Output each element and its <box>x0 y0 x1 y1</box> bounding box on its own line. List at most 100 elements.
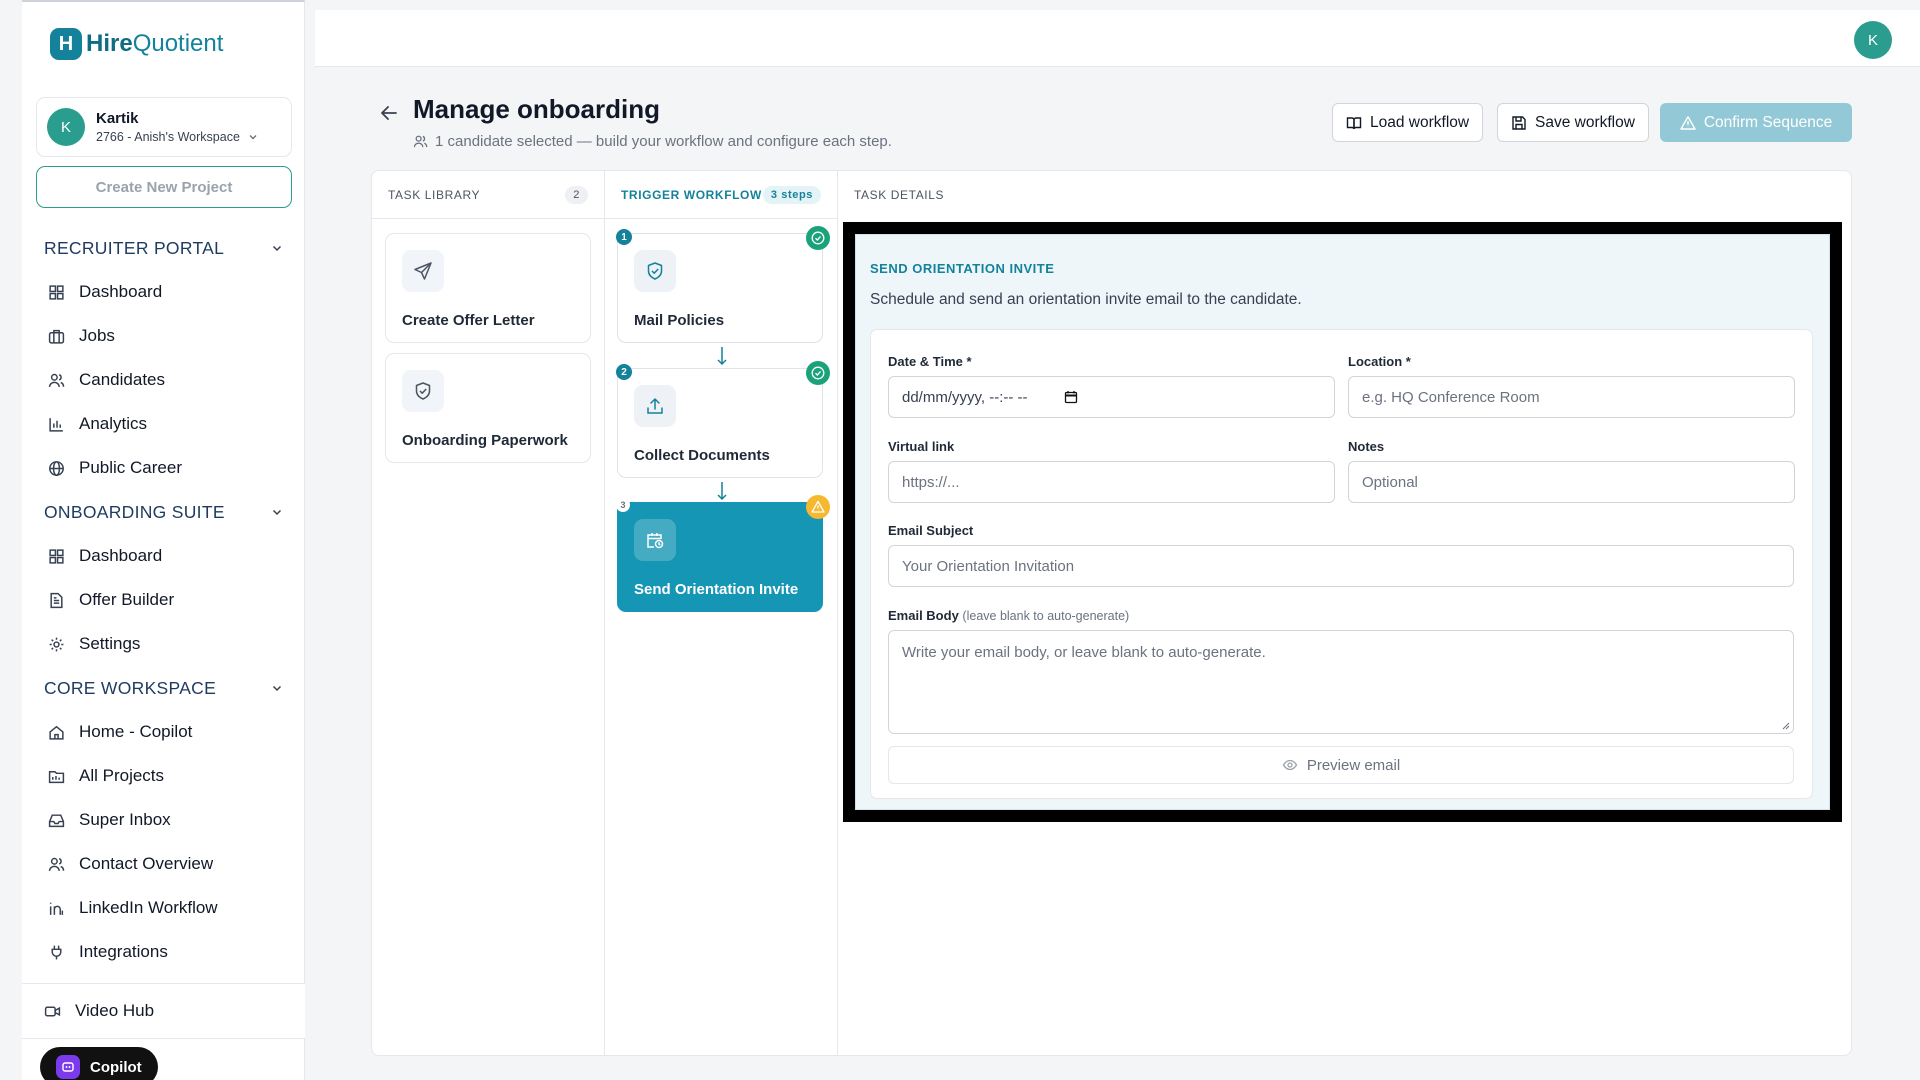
eye-icon <box>1282 759 1298 771</box>
warning-icon <box>806 495 830 519</box>
sidebar-item-label: Jobs <box>79 326 115 345</box>
workspace-user-name: Kartik <box>96 110 139 127</box>
notes-input[interactable]: Optional <box>1348 461 1795 503</box>
section-onboarding-suite[interactable]: ONBOARDING SUITE <box>22 490 305 534</box>
save-icon <box>1512 115 1526 130</box>
warning-icon <box>1680 115 1696 130</box>
copilot-label: Copilot <box>90 1058 142 1076</box>
users-icon <box>48 373 65 387</box>
workflow-step-label: Collect Documents <box>634 447 770 464</box>
avatar: K <box>47 108 85 146</box>
sidebar-item-public-career[interactable]: Public Career <box>22 446 305 490</box>
email-subject-label: Email Subject <box>888 523 974 538</box>
task-details-highlight: SEND ORIENTATION INVITE Schedule and sen… <box>843 222 1842 822</box>
step-number: 2 <box>616 364 632 380</box>
email-body-textarea[interactable]: Write your email body, or leave blank to… <box>888 630 1794 734</box>
save-workflow-button[interactable]: Save workflow <box>1497 103 1649 142</box>
workflow-step-mail-policies[interactable]: 1 Mail Policies <box>616 226 830 343</box>
load-workflow-label: Load workflow <box>1370 113 1470 131</box>
copilot-icon <box>56 1055 80 1079</box>
email-body-placeholder: Write your email body, or leave blank to… <box>902 644 1266 661</box>
sidebar-item-label: Candidates <box>79 370 166 389</box>
logo[interactable]: H HireQuotient <box>50 28 223 60</box>
gear-icon <box>49 637 64 651</box>
sidebar: H HireQuotient K Kartik 2766 - Anish's W… <box>22 0 305 1080</box>
sidebar-item-label: LinkedIn Workflow <box>79 898 218 917</box>
check-circle-icon <box>806 226 830 250</box>
video-icon <box>44 1006 61 1016</box>
sidebar-item-linkedin-workflow[interactable]: LinkedIn Workflow <box>22 886 305 930</box>
sidebar-item-dashboard[interactable]: Dashboard <box>22 270 305 314</box>
workflow-step-label: Mail Policies <box>634 312 725 329</box>
calendar-icon[interactable] <box>1064 390 1078 404</box>
sidebar-item-candidates[interactable]: Candidates <box>22 358 305 402</box>
virtual-link-input[interactable]: https://... <box>888 461 1335 503</box>
sidebar-item-label: All Projects <box>79 766 165 785</box>
sidebar-item-analytics[interactable]: Analytics <box>22 402 305 446</box>
sidebar-item-label: Contact Overview <box>79 854 214 873</box>
section-recruiter-portal[interactable]: RECRUITER PORTAL <box>22 226 305 270</box>
linkedin-icon <box>49 902 64 915</box>
user-avatar[interactable]: K <box>1854 21 1892 59</box>
sidebar-item-offer-builder[interactable]: Offer Builder <box>22 578 305 622</box>
steps-count-badge: 3 steps <box>762 185 821 204</box>
library-card-label: Create Offer Letter <box>402 312 535 329</box>
logo-mark: H <box>50 28 82 60</box>
sidebar-item-contact-overview[interactable]: Contact Overview <box>22 842 305 886</box>
chevron-down-icon <box>272 509 282 516</box>
email-subject-input[interactable]: Your Orientation Invitation <box>888 545 1794 587</box>
task-details-panel: SEND ORIENTATION INVITE Schedule and sen… <box>855 234 1830 810</box>
step-number: 1 <box>616 229 632 245</box>
home-icon <box>49 725 64 740</box>
save-workflow-label: Save workflow <box>1535 113 1635 131</box>
confirm-sequence-button[interactable]: Confirm Sequence <box>1660 103 1852 142</box>
virtual-link-label: Virtual link <box>888 439 955 454</box>
sidebar-item-home-copilot[interactable]: Home - Copilot <box>22 710 305 754</box>
section-title: ONBOARDING SUITE <box>44 501 225 522</box>
copilot-button[interactable]: Copilot <box>40 1047 158 1080</box>
preview-email-label: Preview email <box>1306 756 1401 774</box>
library-card-create-offer-letter[interactable]: Create Offer Letter <box>385 233 591 343</box>
sidebar-nav[interactable]: RECRUITER PORTAL Dashboard Jobs Candidat… <box>22 226 305 982</box>
sidebar-item-video-hub[interactable]: Video Hub <box>22 983 305 1039</box>
send-icon <box>414 262 432 280</box>
preview-email-button[interactable]: Preview email <box>888 746 1794 784</box>
resize-handle-icon[interactable] <box>1781 721 1790 730</box>
section-core-workspace[interactable]: CORE WORKSPACE <box>22 666 305 710</box>
load-workflow-button[interactable]: Load workflow <box>1332 103 1484 142</box>
library-card-onboarding-paperwork[interactable]: Onboarding Paperwork <box>385 353 591 463</box>
location-input[interactable]: e.g. HQ Conference Room <box>1348 376 1795 418</box>
logo-text-bold: Hire <box>86 30 133 57</box>
globe-icon <box>49 460 64 476</box>
arrow-down-icon <box>717 482 727 501</box>
sidebar-item-jobs[interactable]: Jobs <box>22 314 305 358</box>
sidebar-item-label: Video Hub <box>75 1001 155 1020</box>
workspace-name: 2766 - Anish's Workspace <box>96 130 240 144</box>
datetime-label: Date & Time * <box>888 354 972 369</box>
create-new-project-button[interactable]: Create New Project <box>36 166 292 208</box>
email-body-hint: (leave blank to auto-generate) <box>962 609 1130 623</box>
page-subtitle: 1 candidate selected — build your workfl… <box>413 133 892 150</box>
candidate-selection-text: 1 candidate selected — build your workfl… <box>435 133 892 150</box>
workflow-step-send-orientation-invite[interactable]: 3 Send Orientation Invite <box>616 495 830 612</box>
shield-icon <box>647 262 663 280</box>
workspace-switcher[interactable]: K Kartik 2766 - Anish's Workspace <box>36 97 292 157</box>
arrow-down-icon <box>717 347 727 366</box>
orientation-invite-form: Date & Time * dd/mm/yyyy, --:-- -- Locat… <box>870 329 1813 799</box>
trigger-workflow-column: TRIGGER WORKFLOW 3 steps 1 Mail Policies… <box>605 171 838 1055</box>
sidebar-item-integrations[interactable]: Integrations <box>22 930 305 974</box>
sidebar-item-super-inbox[interactable]: Super Inbox <box>22 798 305 842</box>
back-arrow-icon[interactable] <box>377 101 401 125</box>
bar-chart-icon <box>49 417 63 432</box>
datetime-value: dd/mm/yyyy, --:-- -- <box>902 388 1028 406</box>
sidebar-item-onboarding-dashboard[interactable]: Dashboard <box>22 534 305 578</box>
sidebar-item-all-projects[interactable]: All Projects <box>22 754 305 798</box>
sidebar-item-settings[interactable]: Settings <box>22 622 305 666</box>
workflow-step-label: Send Orientation Invite <box>634 581 799 598</box>
datetime-input[interactable]: dd/mm/yyyy, --:-- -- <box>888 376 1335 418</box>
calendar-clock-icon <box>647 533 664 549</box>
chevron-down-icon <box>249 135 257 140</box>
task-library-count: 2 <box>565 185 588 204</box>
workflow-step-collect-documents[interactable]: 2 Collect Documents <box>616 361 830 478</box>
sidebar-item-label: Home - Copilot <box>79 722 193 741</box>
